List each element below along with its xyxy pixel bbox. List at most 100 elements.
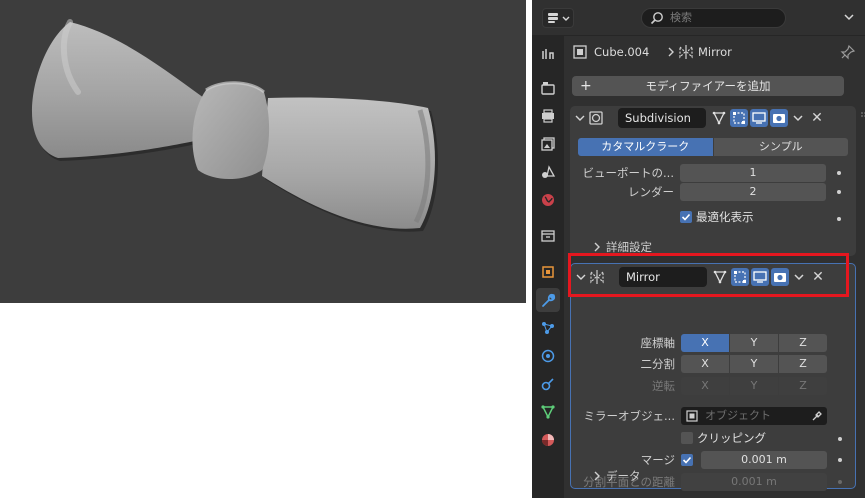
tab-render[interactable] (536, 76, 560, 100)
subdivision-modifier-icon (589, 111, 603, 125)
keyframe-dot[interactable] (838, 437, 842, 441)
viewport-display-toggle[interactable] (750, 109, 768, 127)
mirror-object-field[interactable]: オブジェクト (681, 407, 827, 425)
tab-particles[interactable] (536, 316, 560, 340)
on-cage-toggle[interactable] (730, 109, 748, 127)
pin-icon[interactable] (840, 44, 856, 60)
mode-catmull-clark[interactable]: カタマルクラーク (578, 138, 714, 156)
constraints-icon (541, 378, 554, 391)
eyedropper-icon[interactable] (811, 410, 823, 422)
collection-icon (541, 230, 555, 242)
chevron-down-icon[interactable] (574, 112, 586, 124)
render-camera-icon (541, 82, 555, 95)
bowtie-mesh (32, 19, 438, 232)
tab-tool[interactable] (536, 42, 560, 66)
subdivision-panel-header[interactable]: Subdivision ✕ (570, 106, 865, 130)
monitor-icon (752, 112, 766, 124)
mirror-object-placeholder: オブジェクト (705, 409, 771, 422)
checkmark-icon (681, 213, 691, 221)
tab-object[interactable] (536, 260, 560, 284)
chevron-right-icon[interactable] (592, 471, 602, 481)
chevron-down-icon[interactable] (842, 10, 856, 24)
highlight-box (568, 253, 849, 297)
tab-output[interactable] (536, 104, 560, 128)
bisect-distance-field[interactable]: 0.001 m (681, 473, 827, 491)
add-modifier-button[interactable]: + モディファイアーを追加 (572, 76, 844, 96)
subdivision-name-field[interactable]: Subdivision (618, 108, 706, 128)
tab-modifiers[interactable] (536, 288, 560, 312)
render-levels-field[interactable]: 2 (680, 183, 826, 201)
object-icon (542, 266, 554, 278)
mirror-object-label: ミラーオブジェ... (583, 409, 675, 423)
search-placeholder: 検索 (670, 11, 692, 24)
tab-view-layer[interactable] (536, 132, 560, 156)
axis-toggles: X Y Z (681, 334, 827, 352)
mirror-modifier-icon (679, 45, 693, 59)
camera-icon (773, 114, 785, 123)
axis-z-toggle[interactable]: Z (779, 334, 827, 352)
close-icon[interactable]: ✕ (808, 109, 826, 127)
viewport-levels-label: ビューポートの... (582, 166, 674, 180)
data-subpanel[interactable]: データ (606, 468, 641, 484)
view-layer-icon (541, 137, 555, 151)
edit-mode-icon (712, 111, 726, 125)
tab-world[interactable] (536, 188, 560, 212)
axis-x-toggle[interactable]: X (681, 334, 730, 352)
edit-mode-toggle[interactable] (710, 109, 728, 127)
tab-material[interactable] (536, 428, 560, 452)
bisect-y-toggle[interactable]: Y (730, 355, 779, 373)
bisect-label: 二分割 (640, 357, 676, 371)
world-icon (542, 194, 554, 206)
render-toggle[interactable] (770, 109, 788, 127)
bisect-z-toggle[interactable]: Z (779, 355, 827, 373)
bisect-x-toggle[interactable]: X (681, 355, 730, 373)
tab-collection[interactable] (536, 224, 560, 248)
properties-editor: 検索 Cube.004 Mirror + モディファイアーを追加 Subdivi… (532, 0, 865, 498)
keyframe-dot[interactable] (838, 480, 842, 484)
checkmark-icon (682, 456, 692, 464)
object-icon (686, 410, 698, 422)
tab-scene[interactable] (536, 160, 560, 184)
drag-grip-icon[interactable] (860, 111, 865, 125)
search-icon (650, 12, 663, 25)
object-icon (573, 45, 587, 59)
tool-icon (542, 49, 554, 59)
clipping-label: クリッピング (697, 431, 766, 445)
output-printer-icon (542, 109, 554, 123)
tab-constraints[interactable] (536, 372, 560, 396)
flip-y-toggle[interactable]: Y (730, 377, 779, 395)
axis-y-toggle[interactable]: Y (730, 334, 779, 352)
mesh-data-icon (541, 405, 555, 419)
particles-icon (542, 322, 554, 334)
3d-viewport[interactable] (0, 0, 526, 303)
optimal-display-label: 最適化表示 (696, 210, 754, 224)
merge-distance-field[interactable]: 0.001 m (701, 451, 827, 469)
add-modifier-label: モディファイアーを追加 (645, 79, 771, 93)
search-input[interactable]: 検索 (641, 8, 786, 28)
mode-simple[interactable]: シンプル (713, 138, 848, 156)
viewport-levels-field[interactable]: 1 (680, 164, 826, 182)
plus-icon: + (580, 78, 592, 94)
breadcrumb-object: Cube.004 (594, 45, 650, 59)
material-icon (542, 434, 554, 446)
flip-x-toggle[interactable]: X (681, 377, 730, 395)
keyframe-dot[interactable] (838, 458, 842, 462)
subdivision-name: Subdivision (625, 111, 691, 125)
properties-tabs (532, 36, 564, 498)
flip-z-toggle[interactable]: Z (779, 377, 827, 395)
tab-data[interactable] (536, 400, 560, 424)
tab-physics[interactable] (536, 344, 560, 368)
clipping-checkbox[interactable] (681, 432, 693, 444)
chevron-right-icon[interactable] (592, 242, 602, 252)
chevron-right-icon (668, 47, 674, 57)
chevron-down-icon[interactable] (792, 112, 804, 124)
keyframe-dot[interactable] (837, 171, 841, 175)
optimal-display-checkbox[interactable] (680, 211, 692, 223)
render-levels-label: レンダー (628, 185, 674, 199)
scene-icon (542, 165, 556, 178)
merge-checkbox[interactable] (681, 454, 693, 466)
editor-type-button[interactable] (542, 8, 574, 28)
keyframe-dot[interactable] (837, 190, 841, 194)
keyframe-dot[interactable] (837, 217, 841, 221)
flip-label: 逆転 (652, 379, 675, 393)
